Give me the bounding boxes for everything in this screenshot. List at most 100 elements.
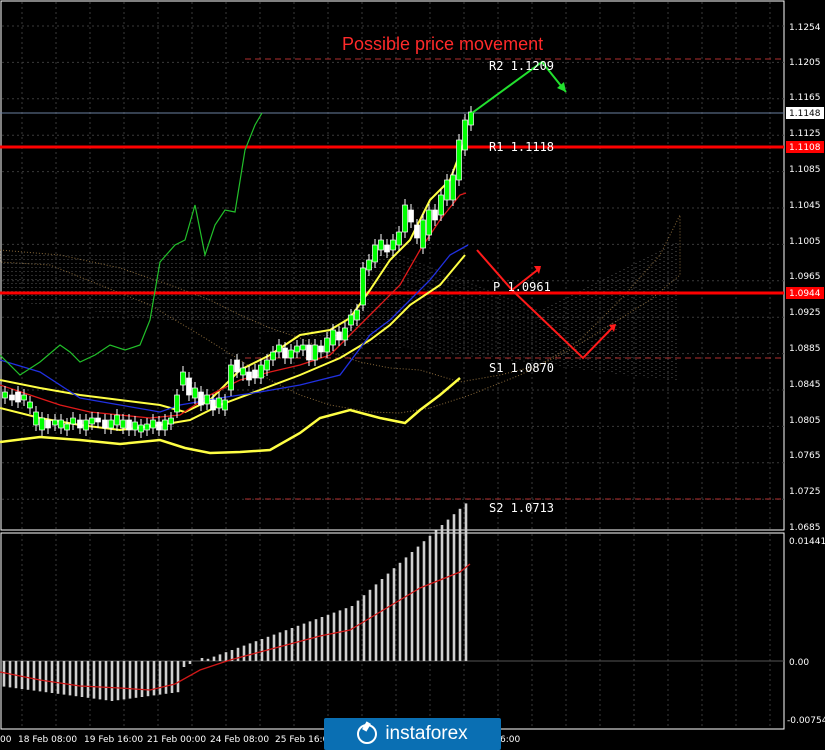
osc-bar [50, 661, 54, 693]
osc-bar [440, 525, 444, 661]
osc-bar [290, 628, 294, 661]
osc-bar [302, 623, 306, 661]
candle-body [126, 419, 132, 431]
candle-body [240, 367, 246, 376]
price-tick-label: 1.1085 [789, 165, 821, 175]
osc-bar [266, 636, 270, 661]
time-tick-label: 00 [0, 735, 12, 745]
candle-body [348, 314, 354, 326]
candle-body [258, 364, 264, 379]
osc-bar [224, 652, 228, 661]
osc-bar [386, 573, 390, 661]
osc-bar [218, 654, 222, 661]
osc-bar [152, 661, 156, 696]
candle-body [138, 424, 144, 433]
price-tick-label: 1.1005 [789, 237, 821, 247]
candle-body [366, 259, 372, 271]
candle-body [216, 397, 222, 409]
osc-bar [146, 661, 150, 697]
osc-bar [170, 661, 174, 693]
time-tick-label: 18 Feb 08:00 [18, 735, 77, 745]
candle-body [102, 419, 108, 429]
candle-body [180, 371, 186, 386]
candle-body [150, 419, 156, 429]
osc-bar [404, 557, 408, 661]
price-tick-label: 1.1254 [789, 23, 821, 33]
osc-bottom-value: -0.00754 [787, 716, 825, 726]
osc-bar [362, 595, 366, 661]
osc-bar [98, 661, 102, 700]
candle-body [438, 194, 444, 216]
pivot-label: P 1.0961 [493, 280, 551, 294]
osc-bar [140, 661, 144, 697]
candle-body [168, 417, 174, 425]
osc-bar [338, 610, 342, 661]
price-tick-label: 1.0685 [789, 523, 821, 533]
osc-bar [332, 612, 336, 661]
candle-body [270, 351, 276, 361]
osc-bar [350, 606, 354, 661]
price-tick-label: 1.0725 [789, 487, 821, 497]
candle-body [210, 399, 216, 411]
annotation-title: Possible price movement [342, 34, 543, 54]
candle-body [420, 219, 426, 249]
s2-label: S2 1.0713 [489, 501, 554, 515]
time-tick-label: 6:00 [500, 735, 520, 745]
candle-body [108, 419, 114, 429]
price-axis: 1.1254 1.1205 1.1165 1.1125 1.1085 1.1045 1.10… [789, 23, 821, 533]
osc-bar [296, 625, 300, 661]
candle-body [264, 359, 270, 371]
candle-body [378, 239, 384, 251]
candle-body [360, 267, 366, 306]
candle-body [9, 394, 15, 401]
candle-body [234, 359, 240, 373]
current-price-value: 1.1148 [789, 109, 821, 119]
osc-bar [182, 661, 186, 667]
pivot-price-marker-value: 1.0944 [789, 289, 821, 299]
osc-bar [68, 661, 72, 696]
osc-bar [104, 661, 108, 701]
candle-body [462, 119, 468, 151]
brand-name: instaforex [385, 723, 468, 744]
time-tick-label: 19 Feb 16:00 [84, 735, 143, 745]
candle-body [58, 419, 64, 429]
osc-bar [326, 614, 330, 661]
osc-bar [434, 530, 438, 661]
osc-bar [200, 658, 204, 661]
candle-body [132, 421, 138, 431]
osc-zero-value: 0.00 [789, 658, 809, 668]
osc-bar [110, 661, 114, 701]
candle-body [342, 327, 348, 341]
candle-body [228, 364, 234, 391]
candle-body [89, 417, 95, 425]
chart-canvas[interactable]: R2 1.1209 R1 1.1118 P 1.0961 S1 1.0870 S… [0, 0, 825, 750]
osc-bar [38, 661, 42, 692]
candle-body [288, 349, 294, 359]
price-tick-label: 1.0885 [789, 344, 821, 354]
candle-body [186, 377, 192, 396]
osc-bar [320, 617, 324, 661]
candle-body [450, 174, 456, 201]
osc-bar [86, 661, 90, 698]
osc-bar [176, 661, 180, 693]
tenkan-line [0, 244, 469, 413]
candle-body [456, 139, 462, 181]
osc-bar [236, 647, 240, 661]
price-tick-label: 1.0965 [789, 272, 821, 282]
r2-label: R2 1.1209 [489, 59, 554, 73]
candle-body [162, 419, 168, 431]
candle-body [15, 391, 21, 403]
candle-body [70, 417, 76, 425]
candle-body [372, 244, 378, 263]
osc-bar [62, 661, 66, 695]
price-tick-label: 1.0845 [789, 380, 821, 390]
osc-bar [158, 661, 162, 695]
osc-bar [464, 503, 468, 661]
osc-bar [56, 661, 60, 694]
price-tick-label: 1.1045 [789, 201, 821, 211]
candle-body [276, 344, 282, 353]
osc-bar [314, 619, 318, 661]
candle-body [300, 344, 306, 351]
bear-forecast-arrow-2 [511, 289, 615, 360]
osc-bar [74, 661, 78, 697]
